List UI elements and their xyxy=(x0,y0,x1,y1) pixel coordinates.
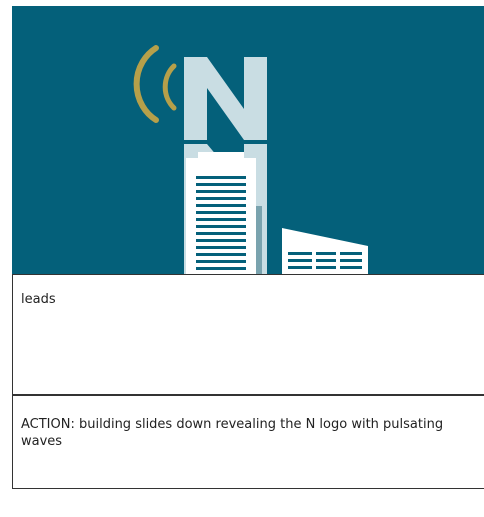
frame-illustration xyxy=(12,6,484,274)
tower-cap xyxy=(198,152,244,160)
tower-building xyxy=(186,152,256,274)
action-text: ACTION: building slides down revealing t… xyxy=(21,417,444,449)
leads-panel: leads xyxy=(12,274,484,395)
leads-text: leads xyxy=(21,292,56,307)
low-building-windows xyxy=(288,252,362,269)
action-panel: ACTION: building slides down revealing t… xyxy=(12,395,484,489)
tower-body xyxy=(186,158,256,274)
storyboard-frame xyxy=(12,6,484,274)
